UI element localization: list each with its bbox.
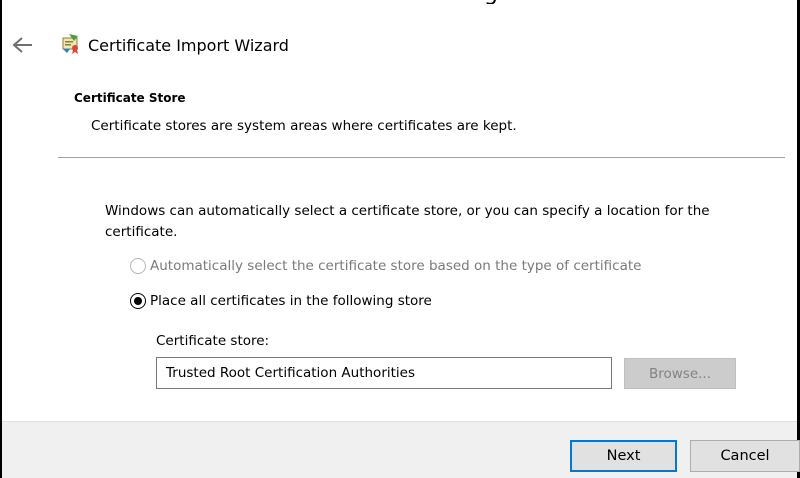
radio-dot [134, 297, 142, 305]
window-title: Certificate Import Wizard [88, 36, 289, 55]
back-arrow-icon[interactable] [8, 34, 34, 56]
instruction-text: Windows can automatically select a certi… [105, 203, 710, 240]
footer-bar [2, 421, 797, 478]
certificate-store-label: Certificate store: [156, 333, 270, 349]
next-button[interactable]: Next [570, 440, 677, 472]
certificate-store-field[interactable]: Trusted Root Certification Authorities [156, 357, 612, 389]
browse-button[interactable]: Browse... [624, 358, 736, 389]
cancel-button[interactable]: Cancel [690, 440, 800, 472]
radio-button-selected[interactable] [130, 293, 146, 309]
section-description: Certificate stores are system areas wher… [91, 118, 517, 134]
radio-auto-select[interactable]: Automatically select the certificate sto… [130, 258, 641, 274]
header-divider [58, 157, 785, 158]
certificate-import-icon [60, 33, 82, 55]
section-title: Certificate Store [74, 91, 186, 105]
top-cut-text: g [484, 0, 564, 4]
radio-button[interactable] [130, 258, 146, 274]
wizard-window: g Certificate Import Wizard Certificate … [0, 0, 800, 478]
radio-place-in-store-label: Place all certificates in the following … [150, 293, 432, 309]
left-border [0, 0, 2, 478]
radio-place-in-store[interactable]: Place all certificates in the following … [130, 293, 432, 309]
radio-auto-select-label: Automatically select the certificate sto… [150, 258, 642, 274]
